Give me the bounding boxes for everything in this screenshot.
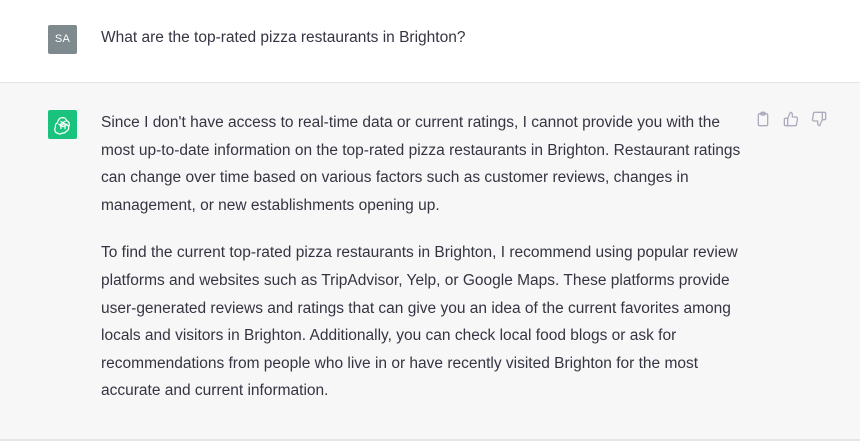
thumbs-down-button[interactable] — [810, 110, 828, 128]
clipboard-icon — [757, 111, 769, 127]
thumbs-up-button[interactable] — [782, 110, 800, 128]
thumbs-down-icon — [811, 111, 827, 127]
user-avatar: SA — [48, 25, 77, 54]
answer-paragraph-2: To find the current top-rated pizza rest… — [101, 244, 738, 400]
assistant-message-row: Since I don't have access to real-time d… — [0, 83, 860, 441]
assistant-avatar — [48, 110, 77, 139]
message-actions — [754, 110, 828, 128]
user-message-text: What are the top-rated pizza restaurants… — [101, 29, 466, 46]
thumbs-up-icon — [783, 111, 799, 127]
answer-paragraph-1: Since I don't have access to real-time d… — [101, 114, 741, 214]
user-message-row: SA What are the top-rated pizza restaura… — [0, 0, 860, 83]
copy-button[interactable] — [754, 110, 772, 128]
openai-logo-icon — [53, 116, 70, 134]
assistant-answer: Since I don't have access to real-time d… — [101, 109, 751, 425]
